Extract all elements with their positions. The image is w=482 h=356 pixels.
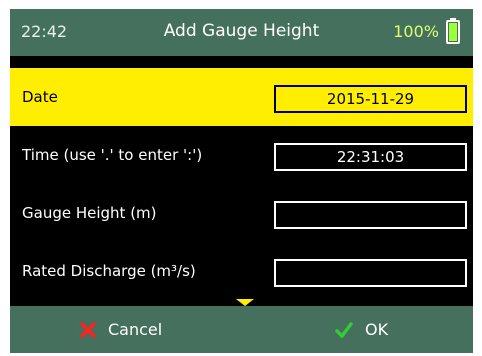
ok-button[interactable]: OK — [335, 306, 388, 353]
scroll-down-indicator-icon — [236, 299, 254, 306]
rated-discharge-field[interactable] — [274, 259, 467, 287]
x-icon — [80, 321, 96, 338]
form-row-date[interactable]: Date 2015-11-29 — [10, 68, 473, 126]
cancel-label: Cancel — [108, 320, 163, 339]
checkmark-icon — [335, 321, 353, 338]
date-label: Date — [22, 88, 58, 106]
date-field[interactable]: 2015-11-29 — [274, 85, 467, 113]
softkey-bar: Cancel OK — [10, 306, 473, 353]
form-row-time[interactable]: Time (use '.' to enter ':') 22:31:03 — [10, 126, 473, 184]
rated-discharge-label: Rated Discharge (m³/s) — [22, 262, 196, 280]
form-row-rated-discharge[interactable]: Rated Discharge (m³/s) — [10, 242, 473, 300]
battery-icon — [446, 18, 460, 44]
time-field[interactable]: 22:31:03 — [274, 143, 467, 171]
gauge-height-field[interactable] — [274, 201, 467, 229]
form-row-gauge-height[interactable]: Gauge Height (m) — [10, 184, 473, 242]
time-label: Time (use '.' to enter ':') — [22, 146, 203, 164]
battery-percentage: 100% — [393, 22, 439, 41]
gauge-height-label: Gauge Height (m) — [22, 204, 157, 222]
status-header: 22:42 Add Gauge Height 100% — [10, 9, 473, 56]
ok-label: OK — [365, 320, 389, 339]
cancel-button[interactable]: Cancel — [80, 306, 162, 353]
device-screen: 22:42 Add Gauge Height 100% Date 2015-11… — [10, 9, 473, 353]
